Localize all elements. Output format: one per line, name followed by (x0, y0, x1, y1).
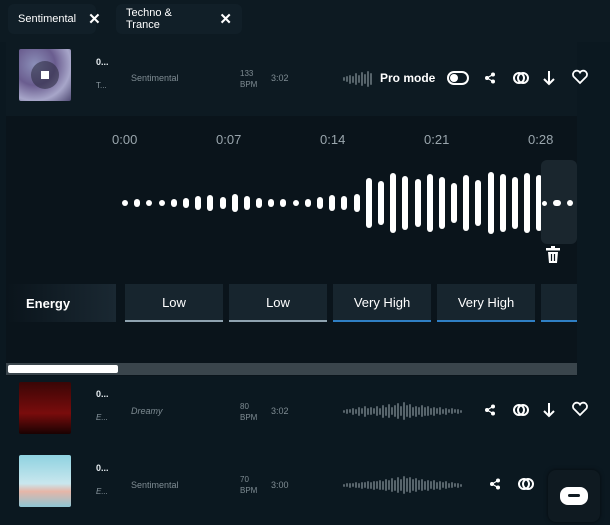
scrollbar-thumb[interactable] (8, 365, 118, 373)
bpm-unit: BPM (240, 413, 258, 422)
filter-chip-label: Techno & Trance (126, 7, 172, 31)
chat-button[interactable] (548, 470, 600, 522)
track-duration: 3:02 (271, 406, 289, 416)
heart-icon[interactable] (571, 69, 589, 85)
timeline-label: 0:14 (320, 132, 346, 147)
share-icon[interactable] (489, 478, 501, 490)
album-art[interactable] (19, 455, 71, 507)
filter-chip-sentimental[interactable]: Sentimental ✕ (8, 4, 101, 34)
pro-mode-label: Pro mode (380, 71, 436, 85)
stop-button[interactable] (31, 61, 59, 89)
track-artist[interactable]: E... (96, 487, 108, 496)
timeline-label: 0:28 (528, 132, 554, 147)
stop-icon (41, 71, 49, 79)
energy-cell-partial[interactable] (541, 284, 577, 322)
filter-bar: Sentimental ✕ Techno & Trance ✕ (0, 0, 610, 42)
track-title[interactable]: 0... (96, 57, 109, 67)
track-bpm: 133 BPM (240, 68, 257, 90)
track-row-playing[interactable]: 0... T... Sentimental 133 BPM 3:02 Pro m… (6, 42, 588, 116)
download-icon[interactable] (541, 401, 557, 419)
close-icon[interactable]: ✕ (88, 10, 101, 28)
track-artist[interactable]: T... (96, 81, 107, 90)
track-waveform[interactable] (343, 474, 462, 496)
filter-chip-label: Sentimental (18, 13, 77, 25)
track-mood[interactable]: Sentimental (131, 480, 179, 490)
track-title[interactable]: 0... (96, 463, 109, 473)
track-mood[interactable]: Sentimental (131, 73, 179, 83)
album-art[interactable] (19, 49, 71, 101)
track-bpm: 80 BPM (240, 401, 257, 423)
track-row[interactable]: 0... E... Dreamy 80 BPM 3:02 (6, 376, 588, 444)
track-waveform-large[interactable] (122, 168, 567, 238)
horizontal-scrollbar[interactable] (6, 363, 577, 375)
bpm-value: 80 (240, 402, 249, 411)
bpm-value: 70 (240, 475, 249, 484)
energy-cell[interactable]: Very High (437, 284, 535, 322)
energy-cell[interactable]: Very High (333, 284, 431, 322)
track-waveform[interactable] (343, 400, 462, 422)
energy-label: Energy (6, 284, 116, 322)
pro-mode-toggle[interactable] (447, 71, 469, 85)
close-icon[interactable]: ✕ (219, 10, 232, 28)
album-art[interactable] (19, 382, 71, 434)
track-row[interactable]: 0... E... Sentimental 70 BPM 3:00 (6, 446, 577, 520)
similar-icon[interactable] (512, 401, 530, 419)
filter-chip-techno-trance[interactable]: Techno & Trance ✕ (116, 4, 242, 34)
share-icon[interactable] (484, 404, 496, 416)
timeline-label: 0:00 (112, 132, 138, 147)
chat-icon (560, 487, 588, 505)
track-mood[interactable]: Dreamy (131, 406, 163, 416)
track-title[interactable]: 0... (96, 389, 109, 399)
similar-icon[interactable] (512, 69, 530, 87)
expanded-track-panel (6, 116, 577, 376)
trash-icon[interactable] (545, 246, 561, 264)
share-icon[interactable] (484, 72, 496, 84)
heart-icon[interactable] (571, 401, 589, 417)
waveform-end (540, 198, 582, 208)
track-artist[interactable]: E... (96, 413, 108, 422)
bpm-value: 133 (240, 69, 254, 78)
similar-icon[interactable] (517, 475, 535, 493)
track-duration: 3:00 (271, 480, 289, 490)
timeline-label: 0:07 (216, 132, 242, 147)
bpm-unit: BPM (240, 80, 258, 89)
timeline-label: 0:21 (424, 132, 450, 147)
track-waveform[interactable] (343, 68, 372, 90)
download-icon[interactable] (541, 69, 557, 87)
track-duration: 3:02 (271, 73, 289, 83)
energy-cell[interactable]: Low (229, 284, 327, 322)
energy-cell[interactable]: Low (125, 284, 223, 322)
bpm-unit: BPM (240, 486, 258, 495)
track-bpm: 70 BPM (240, 474, 257, 496)
